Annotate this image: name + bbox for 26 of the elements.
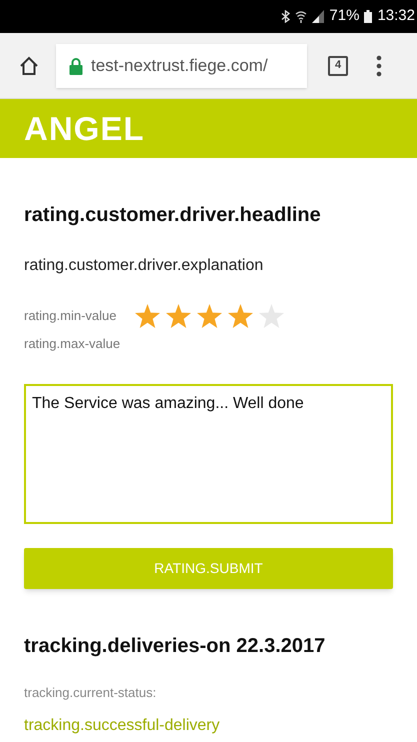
clock-time: 13:32: [377, 6, 415, 26]
wifi-icon: [295, 10, 308, 23]
star-icon[interactable]: [134, 304, 160, 328]
tracking-headline: tracking.deliveries-on 22.3.2017: [24, 634, 326, 658]
battery-icon: [364, 10, 372, 23]
logo: ANGEL: [24, 108, 144, 149]
max-value-label: rating.max-value: [24, 335, 122, 353]
url-field[interactable]: test-nextrust.fiege.com/: [56, 44, 307, 88]
tab-count-button[interactable]: 4: [328, 56, 348, 76]
comment-field[interactable]: The Service was amazing... Well done: [24, 384, 393, 524]
signal-icon: [312, 10, 324, 23]
star-icon[interactable]: [196, 304, 222, 328]
rating-headline: rating.customer.driver.headline: [24, 203, 322, 228]
min-value-label: rating.min-value: [24, 307, 116, 326]
url-text: test-nextrust.fiege.com/: [91, 54, 268, 77]
status-label: tracking.current-status:: [24, 684, 158, 702]
star-icon[interactable]: [228, 304, 252, 328]
delivery-status: tracking.successful-delivery: [24, 716, 221, 736]
star-icon[interactable]: [166, 304, 190, 328]
bluetooth-icon: [281, 10, 290, 23]
battery-percentage: 71%: [329, 6, 360, 26]
rating-explanation: rating.customer.driver.explanation: [24, 256, 264, 276]
home-icon[interactable]: [18, 54, 40, 76]
lock-icon: [69, 56, 83, 74]
menu-icon[interactable]: [376, 54, 382, 76]
star-rating[interactable]: [134, 304, 284, 328]
